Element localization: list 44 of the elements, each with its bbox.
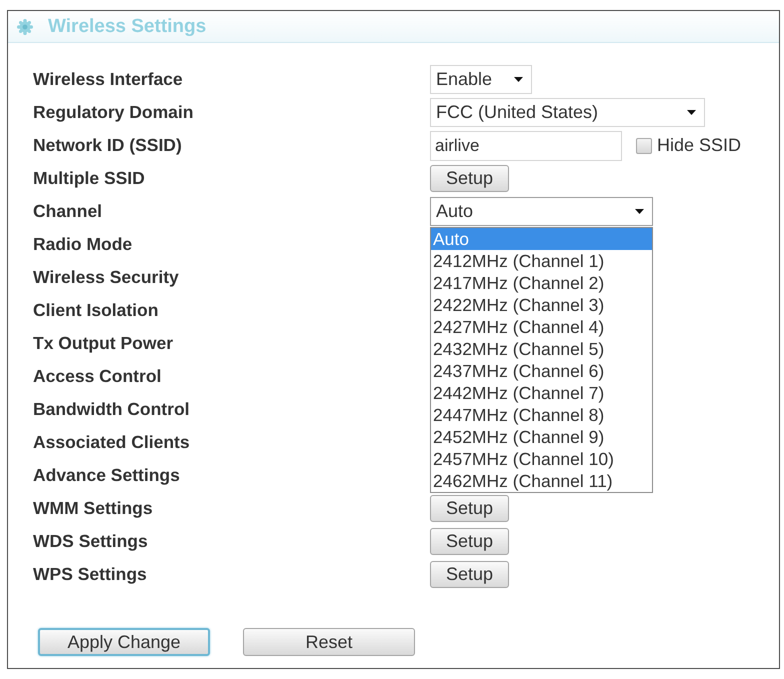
dropdown-option[interactable]: 2452MHz (Channel 9) <box>431 426 652 448</box>
dropdown-option[interactable]: 2432MHz (Channel 5) <box>431 338 652 360</box>
action-button[interactable]: Apply Change <box>38 628 210 656</box>
checkbox[interactable] <box>636 138 652 154</box>
caret-icon <box>514 77 523 82</box>
field-label: Channel <box>33 201 102 222</box>
dropdown-option[interactable]: 2442MHz (Channel 7) <box>431 382 652 404</box>
field-label: WDS Settings <box>33 531 148 552</box>
setup-button[interactable]: Setup <box>430 495 509 522</box>
field-label: Multiple SSID <box>33 168 145 189</box>
setup-button[interactable]: Setup <box>430 528 509 555</box>
dropdown-option[interactable]: 2437MHz (Channel 6) <box>431 360 652 382</box>
dropdown-option[interactable]: 2427MHz (Channel 4) <box>431 316 652 338</box>
caret-icon <box>687 110 696 115</box>
field-label: Tx Output Power <box>33 333 173 354</box>
action-button[interactable]: Reset <box>243 628 415 656</box>
caret-icon <box>635 209 644 214</box>
panel-title: Wireless Settings <box>48 16 206 38</box>
field-label: Wireless Security <box>33 267 179 288</box>
field-label: Access Control <box>33 366 162 387</box>
field-label: Radio Mode <box>33 234 132 255</box>
dropdown-option[interactable]: 2457MHz (Channel 10) <box>431 448 652 470</box>
field-label: Bandwidth Control <box>33 399 190 420</box>
dropdown-option[interactable]: 2412MHz (Channel 1) <box>431 250 652 272</box>
field-label: Network ID (SSID) <box>33 135 182 156</box>
text-field[interactable]: airlive <box>430 130 622 160</box>
dropdown-option[interactable]: 2462MHz (Channel 11) <box>431 470 652 492</box>
dropdown-option[interactable]: 2422MHz (Channel 3) <box>431 294 652 316</box>
field-label: WMM Settings <box>33 498 153 519</box>
field-label: Advance Settings <box>33 465 180 486</box>
field-label: Associated Clients <box>33 432 190 453</box>
dropdown-option[interactable]: 2417MHz (Channel 2) <box>431 272 652 294</box>
setup-button[interactable]: Setup <box>430 561 509 588</box>
gear-icon <box>17 18 33 34</box>
dropdown-select[interactable]: Enable <box>430 65 532 94</box>
field-label: Regulatory Domain <box>33 102 194 123</box>
dropdown-option[interactable]: 2447MHz (Channel 8) <box>431 404 652 426</box>
field-label: Wireless Interface <box>33 69 183 90</box>
field-label: Client Isolation <box>33 300 158 321</box>
dropdown-select[interactable]: Auto <box>430 197 653 226</box>
field-label: WPS Settings <box>33 564 147 585</box>
checkbox-label: Hide SSID <box>657 135 742 156</box>
dropdown-select[interactable]: FCC (United States) <box>430 98 705 127</box>
setup-button[interactable]: Setup <box>430 165 509 192</box>
